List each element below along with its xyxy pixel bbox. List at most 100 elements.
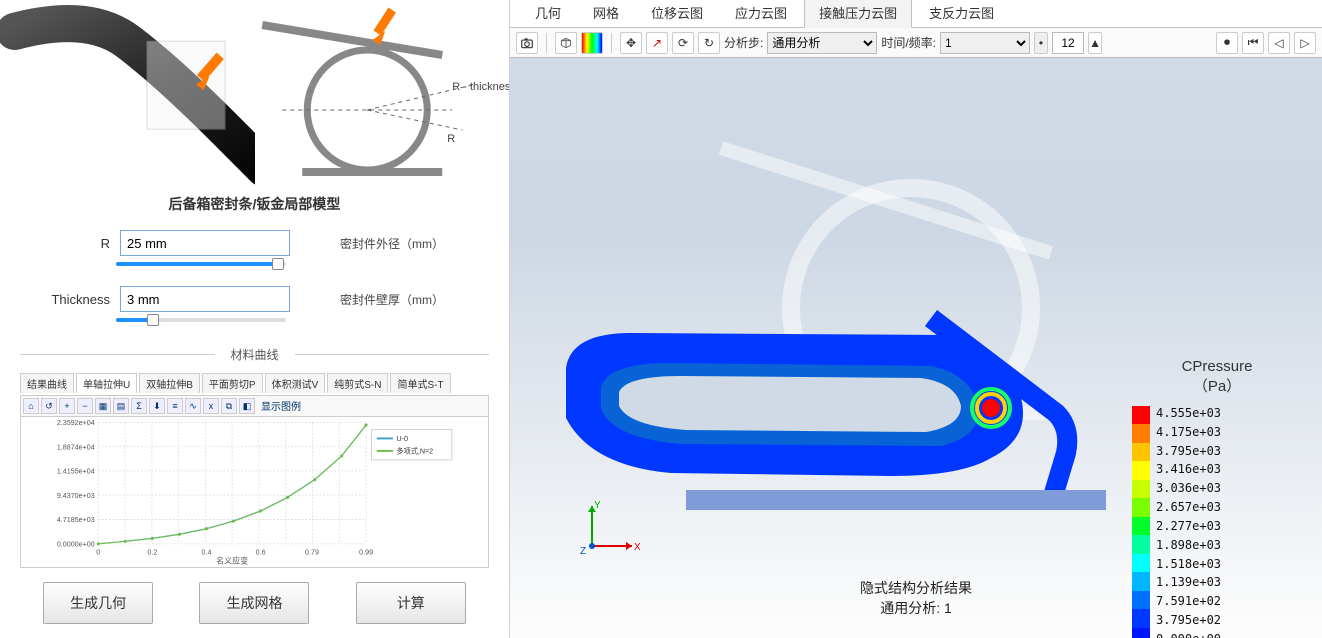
compute-button[interactable]: 计算 — [356, 582, 466, 624]
result-tab-2[interactable]: 位移云图 — [636, 0, 718, 27]
material-tabs: 结果曲线单轴拉伸U双轴拉伸B平面剪切P体积测试V纯剪式S-N简单式S-T — [20, 373, 489, 393]
chart-toolbar: ⌂ ↺ + − ▦ ▤ Σ ⬇ ≡ ∿ x ⧉ ◧ 显示图例 — [20, 395, 489, 416]
result-tab-4[interactable]: 接触压力云图 — [804, 0, 912, 28]
param-thickness-label: Thickness — [20, 292, 110, 307]
isometric-view-icon[interactable] — [555, 32, 577, 54]
fit-view-icon[interactable]: ✥ — [620, 32, 642, 54]
diagram-label-thickness: R - thickness — [452, 81, 509, 93]
frame-up-icon[interactable]: ▲ — [1088, 32, 1102, 54]
time-select[interactable]: 1 — [940, 32, 1030, 54]
chart-wave-icon[interactable]: ∿ — [185, 398, 201, 414]
chart-export-icon[interactable]: ⬇ — [149, 398, 165, 414]
legend-value: 0.000e+00 — [1156, 632, 1221, 638]
diagram-3d — [0, 0, 255, 190]
param-thickness-input[interactable] — [120, 286, 290, 312]
svg-text:Y: Y — [594, 500, 601, 511]
svg-text:Z: Z — [580, 546, 586, 557]
svg-text:0: 0 — [96, 549, 100, 557]
legend-value: 2.657e+03 — [1156, 500, 1221, 514]
chart-grid-icon[interactable]: ▦ — [95, 398, 111, 414]
legend-value: 1.139e+03 — [1156, 575, 1221, 589]
time-label: 时间/频率: — [881, 34, 936, 51]
viewport[interactable]: X Y Z 隐式结构分析结果 通用分析: 1 CPressure （Pa） — [510, 58, 1322, 638]
record-icon[interactable]: ⏺ — [1216, 32, 1238, 54]
svg-text:9.4370e+03: 9.4370e+03 — [57, 492, 95, 500]
svg-text:4.7185e+03: 4.7185e+03 — [57, 516, 95, 524]
colormap-icon[interactable] — [581, 32, 603, 54]
material-tab-1[interactable]: 单轴拉伸U — [76, 373, 137, 393]
svg-text:X: X — [634, 542, 640, 553]
chart-legend-icon[interactable]: ◧ — [239, 398, 255, 414]
step-select[interactable]: 通用分析 — [767, 32, 877, 54]
frame-input[interactable] — [1052, 32, 1084, 54]
chart-home-icon[interactable]: ⌂ — [23, 398, 39, 414]
result-tab-3[interactable]: 应力云图 — [720, 0, 802, 27]
material-tab-2[interactable]: 双轴拉伸B — [139, 373, 200, 393]
svg-text:0.6: 0.6 — [256, 549, 266, 557]
chart-zoomin-icon[interactable]: + — [59, 398, 75, 414]
legend-value: 1.518e+03 — [1156, 557, 1221, 571]
legend-value: 2.277e+03 — [1156, 519, 1221, 533]
chart-copy-icon[interactable]: ⧉ — [221, 398, 237, 414]
chart-zoomout-icon[interactable]: − — [77, 398, 93, 414]
chart-list-icon[interactable]: ≡ — [167, 398, 183, 414]
result-tab-5[interactable]: 支反力云图 — [914, 0, 1009, 27]
step-back-icon[interactable]: ◁ — [1268, 32, 1290, 54]
result-tabs: 几何网格位移云图应力云图接触压力云图支反力云图 — [510, 0, 1322, 28]
left-panel: R R - thickness 后备箱密封条/钣金局部模型 R 密封件外径（mm… — [0, 0, 510, 638]
legend-value: 4.555e+03 — [1156, 406, 1221, 420]
svg-text:0.4: 0.4 — [202, 549, 212, 557]
triad-axes-icon: X Y Z — [580, 498, 640, 558]
result-tab-1[interactable]: 网格 — [578, 0, 634, 27]
generate-geometry-button[interactable]: 生成几何 — [43, 582, 153, 624]
rotate-icon[interactable]: ⟳ — [672, 32, 694, 54]
chart-sigma-icon[interactable]: Σ — [131, 398, 147, 414]
refresh-icon[interactable]: ↻ — [698, 32, 720, 54]
play-icon[interactable]: ▷ — [1294, 32, 1316, 54]
svg-text:名义应变: 名义应变 — [216, 555, 248, 565]
model-title: 后备箱密封条/钣金局部模型 — [0, 194, 509, 214]
camera-icon[interactable] — [516, 32, 538, 54]
material-tab-3[interactable]: 平面剪切P — [202, 373, 263, 393]
svg-text:0.99: 0.99 — [359, 549, 373, 557]
param-r-row: R 密封件外径（mm） — [20, 230, 489, 256]
svg-text:U-0: U-0 — [396, 435, 408, 443]
param-r-label: R — [20, 236, 110, 251]
param-thickness-row: Thickness 密封件壁厚（mm） — [20, 286, 489, 312]
svg-text:多项式,N=2: 多项式,N=2 — [396, 447, 433, 456]
param-thickness-desc: 密封件壁厚（mm） — [340, 291, 444, 308]
param-thickness-slider[interactable] — [116, 318, 286, 322]
svg-text:0.79: 0.79 — [305, 549, 319, 557]
result-caption: 隐式结构分析结果 通用分析: 1 — [860, 578, 972, 618]
material-tab-4[interactable]: 体积测试V — [265, 373, 326, 393]
slider-icon[interactable]: • — [1034, 32, 1048, 54]
skip-back-icon[interactable]: ⏮ — [1242, 32, 1264, 54]
material-section-title: 材料曲线 — [20, 346, 489, 363]
svg-text:1.8874e+04: 1.8874e+04 — [57, 443, 95, 451]
legend-value: 7.591e+02 — [1156, 594, 1221, 608]
step-label: 分析步: — [724, 34, 763, 51]
chart-reset-icon[interactable]: ↺ — [41, 398, 57, 414]
legend-value: 1.898e+03 — [1156, 538, 1221, 552]
diagram-2d: R R - thickness — [255, 0, 510, 190]
axes-icon[interactable]: ↗ — [646, 32, 668, 54]
param-r-slider[interactable] — [116, 262, 286, 266]
chart-table-icon[interactable]: ▤ — [113, 398, 129, 414]
right-panel: 几何网格位移云图应力云图接触压力云图支反力云图 ✥ ↗ ⟳ ↻ 分析步: 通用分… — [510, 0, 1322, 638]
legend-value: 3.416e+03 — [1156, 462, 1221, 476]
legend-value: 4.175e+03 — [1156, 425, 1221, 439]
material-tab-5[interactable]: 纯剪式S-N — [327, 373, 388, 393]
chart-x-icon[interactable]: x — [203, 398, 219, 414]
viewport-toolbar: ✥ ↗ ⟳ ↻ 分析步: 通用分析 时间/频率: 1 • ▲ ⏺ ⏮ ◁ ▷ — [510, 28, 1322, 58]
param-r-desc: 密封件外径（mm） — [340, 235, 444, 252]
param-r-input[interactable] — [120, 230, 290, 256]
chart-legend-label: 显示图例 — [257, 398, 301, 414]
svg-text:0.0000e+00: 0.0000e+00 — [57, 540, 95, 548]
legend-value: 3.036e+03 — [1156, 481, 1221, 495]
material-tab-6[interactable]: 简单式S-T — [390, 373, 450, 393]
generate-mesh-button[interactable]: 生成网格 — [199, 582, 309, 624]
material-chart: 0.0000e+004.7185e+039.4370e+031.4155e+04… — [20, 416, 489, 568]
legend-value: 3.795e+02 — [1156, 613, 1221, 627]
material-tab-0[interactable]: 结果曲线 — [20, 373, 74, 393]
result-tab-0[interactable]: 几何 — [520, 0, 576, 27]
